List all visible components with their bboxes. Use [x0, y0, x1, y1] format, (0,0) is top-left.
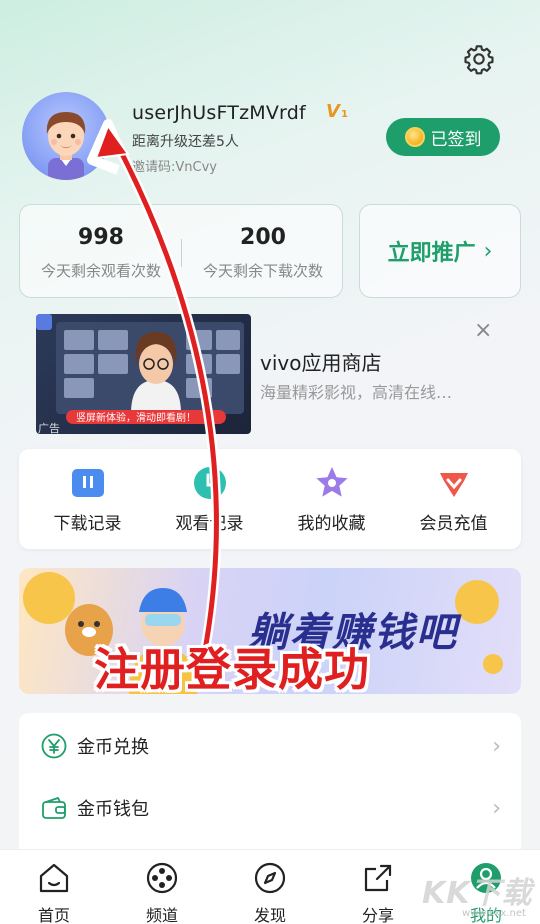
coin-wallet-label: 金币钱包 — [77, 799, 149, 820]
vip-badge-letter: V — [326, 101, 340, 122]
vip-recharge-button[interactable]: 会员充值 — [391, 449, 516, 549]
ad-image-caption: 竖屏新体验，滑动即看剧！ — [76, 413, 196, 424]
watch-count: 998 — [78, 225, 124, 250]
home-icon — [36, 860, 72, 896]
download-record-button[interactable]: 下载记录 — [25, 449, 150, 549]
quota-stats-card: 998 今天剩余观看次数 200 今天剩余下载次数 — [19, 204, 343, 298]
nav-channel[interactable]: 频道 — [108, 856, 216, 924]
watch-count-label: 今天剩余观看次数 — [40, 262, 161, 280]
ad-subtitle: 海量精彩影视，高清在线… — [260, 383, 453, 402]
ad-title[interactable]: vivo应用商店 — [260, 347, 381, 376]
download-record-icon — [70, 465, 106, 501]
coin-exchange-item[interactable]: 金币兑换 › — [19, 715, 521, 777]
coin-wallet-item[interactable]: 金币钱包 › — [19, 777, 521, 839]
registration-success-overlay: 注册登录成功 — [94, 643, 371, 696]
chevron-right-icon: › — [492, 733, 501, 759]
site-watermark: KK下载 — [422, 876, 533, 911]
chevron-right-icon: › — [483, 238, 493, 264]
close-ad-button[interactable]: × — [474, 318, 492, 343]
signed-in-label: 已签到 — [430, 129, 482, 150]
nav-home[interactable]: 首页 — [0, 856, 108, 924]
settings-button[interactable] — [460, 40, 498, 78]
nav-discover-label: 发现 — [253, 906, 286, 924]
share-icon — [360, 860, 396, 896]
my-favorites-button[interactable]: 我的收藏 — [269, 449, 394, 549]
coin-exchange-label: 金币兑换 — [77, 737, 149, 758]
watch-record-icon — [192, 465, 228, 501]
discover-icon — [252, 860, 288, 896]
nav-share[interactable]: 分享 — [324, 856, 432, 924]
coin-icon — [404, 127, 425, 147]
nav-home-label: 首页 — [37, 906, 70, 924]
avatar[interactable] — [22, 92, 110, 180]
watch-record-button[interactable]: 观看记录 — [147, 449, 272, 549]
chevron-right-icon: › — [492, 795, 501, 821]
download-record-label: 下载记录 — [53, 514, 122, 534]
invite-code: 邀请码:VnCvy — [132, 160, 217, 175]
vip-level-badge: V1 — [326, 101, 348, 122]
user-avatar-illustration — [46, 112, 86, 180]
download-count: 200 — [240, 225, 286, 250]
site-watermark-url: www.kkx.net — [462, 908, 526, 919]
nav-channel-label: 频道 — [145, 906, 178, 924]
vip-level-number: 1 — [340, 109, 348, 120]
coin-exchange-icon — [41, 733, 67, 759]
wallet-menu-card: 金币兑换 › 金币钱包 › — [19, 713, 521, 863]
promote-now-label: 立即推广 — [387, 241, 476, 266]
shortcut-card: 下载记录 观看记录 我的收藏 会员充值 — [19, 449, 521, 549]
nav-discover[interactable]: 发现 — [216, 856, 324, 924]
nav-share-label: 分享 — [361, 906, 394, 924]
coin-wallet-icon — [41, 795, 67, 821]
signed-in-button[interactable]: 已签到 — [386, 118, 500, 156]
vip-recharge-label: 会员充值 — [419, 514, 488, 534]
upgrade-progress-text: 距离升级还差5人 — [132, 134, 239, 150]
gear-icon — [464, 45, 494, 75]
vip-recharge-icon — [436, 465, 472, 501]
my-favorites-label: 我的收藏 — [297, 514, 366, 534]
channel-icon — [144, 860, 180, 896]
download-quota: 200 今天剩余下载次数 — [182, 205, 344, 299]
watch-quota: 998 今天剩余观看次数 — [20, 205, 182, 299]
download-count-label: 今天剩余下载次数 — [202, 262, 323, 280]
watch-record-label: 观看记录 — [175, 514, 244, 534]
username: userJhUsFTzMVrdf — [132, 102, 306, 124]
favorite-star-icon — [314, 465, 350, 501]
promote-now-button[interactable]: 立即推广 › — [359, 204, 521, 298]
